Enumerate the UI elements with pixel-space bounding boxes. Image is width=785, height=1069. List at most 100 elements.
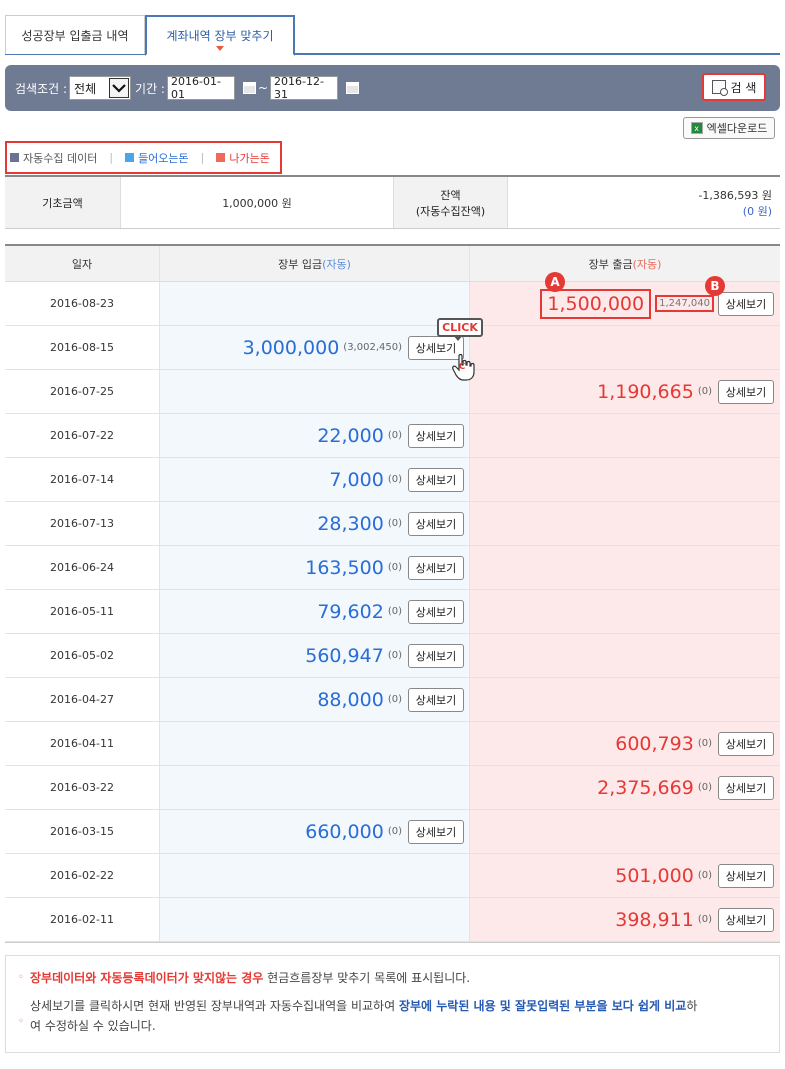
row-date: 2016-07-25 [5, 370, 160, 413]
detail-button[interactable]: 상세보기 [408, 511, 464, 536]
detail-button[interactable]: 상세보기 [718, 775, 774, 800]
detail-button[interactable]: 상세보기 [408, 643, 464, 668]
withdrawal-cell [470, 678, 780, 721]
legend-label: 자동수집 데이터 [23, 151, 98, 165]
deposit-cell: 560,947 (0) 상세보기 [160, 634, 470, 677]
deposit-cell [160, 854, 470, 897]
note-line-3: 여 수정하실 수 있습니다. [30, 1019, 156, 1033]
table-row: 2016-07-22 22,000 (0) 상세보기 [5, 414, 780, 458]
legend: 자동수집 데이터 | 들어오는돈 | 나가는돈 [5, 141, 282, 174]
withdrawal-amount: 1,500,000 [540, 288, 652, 319]
legend-divider: | [200, 151, 205, 164]
table-row: 2016-08-23 1,500,000 1,247,040 상세보기 [5, 282, 780, 326]
search-button[interactable]: 검 색 [702, 73, 766, 101]
active-caret-icon [216, 46, 224, 51]
end-date-input[interactable]: 2016-12-31 [270, 75, 339, 101]
withdrawal-cell [470, 326, 780, 369]
table-row: 2016-07-13 28,300 (0) 상세보기 [5, 502, 780, 546]
tab-account-reconcile[interactable]: 계좌내역 장부 맞추기 [145, 15, 295, 56]
withdrawal-cell [470, 458, 780, 501]
deposit-auto-amount: (0) [387, 518, 402, 529]
detail-button[interactable]: 상세보기 [408, 599, 464, 624]
header-deposit-label: 장부 입금 [278, 257, 323, 271]
legend-expense: 나가는돈 [216, 150, 270, 166]
withdrawal-cell [470, 546, 780, 589]
annotation-marker-a: A [545, 272, 565, 292]
deposit-amount: 560,947 [305, 644, 384, 667]
click-callout: CLICK [437, 318, 483, 341]
detail-button[interactable]: 상세보기 [718, 907, 774, 932]
tab-label: 계좌내역 장부 맞추기 [166, 29, 274, 43]
legend-swatch [10, 153, 19, 162]
table-row: 2016-08-15 3,000,000 (3,002,450) 상세보기 [5, 326, 780, 370]
row-date: 2016-05-02 [5, 634, 160, 677]
row-date: 2016-04-27 [5, 678, 160, 721]
row-date: 2016-05-11 [5, 590, 160, 633]
withdrawal-cell [470, 810, 780, 853]
detail-button[interactable]: 상세보기 [718, 379, 774, 404]
withdrawal-cell [470, 634, 780, 677]
legend-divider: | [109, 151, 114, 164]
table-row: 2016-03-15 660,000 (0) 상세보기 [5, 810, 780, 854]
header-withdrawal: 장부 출금 (자동) [470, 246, 780, 281]
legend-label: 나가는돈 [229, 151, 270, 165]
annotation-marker-b: B [705, 276, 725, 296]
deposit-amount: 79,602 [317, 600, 384, 623]
withdrawal-cell: 501,000 (0) 상세보기 [470, 854, 780, 897]
detail-button[interactable]: 상세보기 [408, 423, 464, 448]
withdrawal-amount: 501,000 [615, 864, 694, 887]
withdrawal-cell: 398,911 (0) 상세보기 [470, 898, 780, 941]
header-date: 일자 [5, 246, 160, 281]
deposit-amount: 660,000 [305, 820, 384, 843]
detail-button[interactable]: 상세보기 [408, 555, 464, 580]
search-icon [711, 80, 728, 96]
withdrawal-auto-amount: (0) [697, 782, 712, 793]
chevron-down-icon[interactable] [109, 78, 130, 98]
start-date-input[interactable]: 2016-01-01 [166, 75, 235, 101]
opening-amount-label: 기초금액 [5, 177, 121, 228]
note-highlight-red: 장부데이터와 자동등록데이터가 맞지않는 경우 [30, 971, 264, 985]
reconcile-table: 일자 장부 입금 (자동) 장부 출금 (자동) 2016-08-23 1,500,0… [5, 244, 780, 943]
note-line-2: ◦ 상세보기를 클릭하시면 현재 반영된 장부내역과 자동수집내역을 비교하여 … [18, 996, 765, 1027]
deposit-cell [160, 766, 470, 809]
table-header: 일자 장부 입금 (자동) 장부 출금 (자동) [5, 246, 780, 282]
withdrawal-cell: 1,190,665 (0) 상세보기 [470, 370, 780, 413]
table-row: 2016-02-11 398,911 (0) 상세보기 [5, 898, 780, 942]
table-row: 2016-03-22 2,375,669 (0) 상세보기 [5, 766, 780, 810]
opening-amount-value: 1,000,000 원 [121, 177, 394, 228]
withdrawal-cell: 600,793 (0) 상세보기 [470, 722, 780, 765]
excel-icon: x [690, 122, 703, 134]
detail-button[interactable]: 상세보기 [408, 819, 464, 844]
deposit-cell: 28,300 (0) 상세보기 [160, 502, 470, 545]
table-row: 2016-05-02 560,947 (0) 상세보기 [5, 634, 780, 678]
withdrawal-amount: 398,911 [615, 908, 694, 931]
deposit-amount: 3,000,000 [242, 336, 340, 359]
table-row: 2016-04-11 600,793 (0) 상세보기 [5, 722, 780, 766]
deposit-cell: 22,000 (0) 상세보기 [160, 414, 470, 457]
table-body: 2016-08-23 1,500,000 1,247,040 상세보기 2016-08-… [5, 282, 780, 942]
detail-button[interactable]: 상세보기 [408, 467, 464, 492]
tab-ledger-transactions[interactable]: 성공장부 입출금 내역 [5, 15, 145, 54]
header-deposit-auto: (자동) [322, 257, 351, 271]
condition-select[interactable]: 전체 [69, 76, 132, 100]
withdrawal-cell: 1,500,000 1,247,040 상세보기 [470, 282, 780, 325]
calendar-icon[interactable] [242, 82, 256, 94]
summary-table: 기초금액 1,000,000 원 잔액 (자동수집잔액) -1,386,593 … [5, 175, 780, 229]
detail-button[interactable]: 상세보기 [718, 863, 774, 888]
withdrawal-amount: 2,375,669 [597, 776, 694, 799]
deposit-auto-amount: (0) [387, 606, 402, 617]
withdrawal-auto-amount: 1,247,040 [655, 295, 714, 312]
detail-button[interactable]: 상세보기 [408, 687, 464, 712]
row-date: 2016-03-15 [5, 810, 160, 853]
deposit-cell: 163,500 (0) 상세보기 [160, 546, 470, 589]
excel-download-button[interactable]: x 엑셀다운로드 [683, 117, 775, 139]
deposit-auto-amount: (0) [387, 430, 402, 441]
note-text: 상세보기를 클릭하시면 현재 반영된 장부내역과 자동수집내역을 비교하여 [30, 999, 399, 1013]
table-row: 2016-04-27 88,000 (0) 상세보기 [5, 678, 780, 722]
balance-sublabel: (자동수집잔액) [415, 204, 486, 218]
calendar-icon[interactable] [346, 82, 360, 94]
detail-button[interactable]: 상세보기 [718, 731, 774, 756]
detail-button[interactable]: 상세보기 [718, 291, 774, 316]
balance-label-cell: 잔액 (자동수집잔액) [394, 177, 508, 228]
note-text: 하 [686, 999, 698, 1013]
